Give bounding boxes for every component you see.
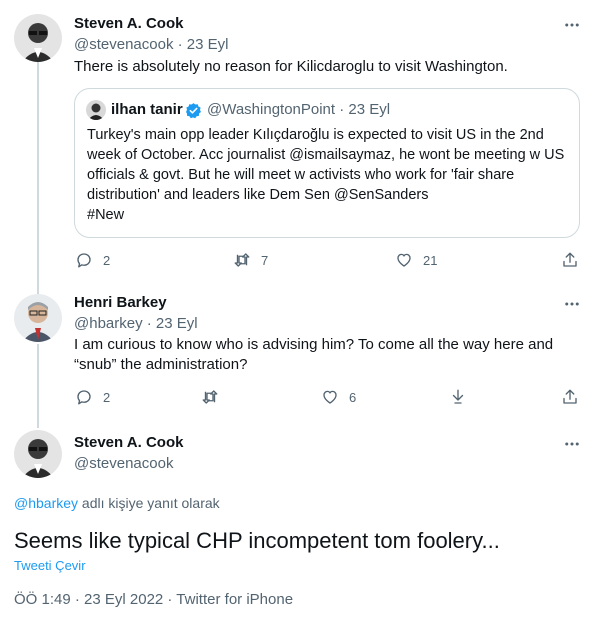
tweet-text: I am curious to know who is advising him…	[74, 336, 554, 373]
author-name[interactable]: Steven A. Cook	[74, 434, 183, 451]
avatar[interactable]	[14, 14, 62, 62]
reply-button[interactable]: 2	[75, 388, 110, 406]
like-count: 21	[423, 252, 438, 268]
retweet-button[interactable]: 7	[233, 251, 268, 269]
avatar[interactable]	[14, 430, 62, 478]
more-options-icon[interactable]	[562, 434, 582, 454]
reply-count: 2	[103, 252, 111, 268]
tweet-timestamp-source[interactable]: ÖÖ 1:49 · 23 Eyl 2022 · Twitter for iPho…	[14, 591, 293, 608]
author-handle[interactable]: @hbarkey · 23 Eyl	[74, 315, 198, 332]
retweet-count: 7	[261, 252, 269, 268]
quoted-tweet-text: Turkey's main opp leader Kılıçdaroğlu is…	[87, 125, 572, 225]
reply-icon	[77, 253, 91, 268]
download-button[interactable]	[449, 388, 477, 406]
verified-badge-icon	[185, 102, 202, 119]
hashtag[interactable]: #New	[87, 207, 124, 223]
author-handle[interactable]: @stevenacook	[74, 455, 173, 472]
heart-icon	[397, 253, 411, 267]
translate-tweet-link[interactable]: Tweeti Çevir	[14, 558, 86, 573]
author-handle[interactable]: @stevenacook · 23 Eyl	[74, 36, 228, 53]
heart-icon	[323, 390, 337, 404]
retweet-icon	[234, 253, 250, 267]
share-icon	[563, 389, 577, 404]
like-button[interactable]: 6	[321, 388, 356, 406]
quoted-text-body: Turkey's main opp leader Kılıçdaroğlu is…	[87, 127, 565, 203]
replying-to: @hbarkey adlı kişiye yanıt olarak	[14, 495, 220, 511]
share-button[interactable]	[561, 388, 589, 406]
reply-icon	[77, 390, 91, 405]
avatar[interactable]	[86, 100, 106, 120]
author-name[interactable]: Henri Barkey	[74, 294, 167, 311]
like-button[interactable]: 21	[395, 251, 437, 269]
share-button[interactable]	[561, 251, 589, 269]
quoted-tweet[interactable]: ilhan tanir @WashingtonPoint · 23 Eyl Tu…	[74, 88, 580, 238]
focused-tweet-text: Seems like typical CHP incompetent tom f…	[14, 528, 500, 553]
thread-line	[37, 62, 39, 294]
more-options-icon[interactable]	[562, 294, 582, 314]
reply-button[interactable]: 2	[75, 251, 110, 269]
tweet-text: There is absolutely no reason for Kilicd…	[74, 58, 508, 75]
thread-line	[37, 344, 39, 428]
download-icon	[452, 389, 464, 404]
retweet-button[interactable]	[201, 388, 229, 406]
more-options-icon[interactable]	[562, 15, 582, 35]
reply-to-suffix: adlı kişiye yanıt olarak	[78, 495, 220, 511]
avatar[interactable]	[14, 294, 62, 342]
share-icon	[563, 252, 577, 267]
like-count: 6	[349, 389, 357, 405]
author-name[interactable]: Steven A. Cook	[74, 15, 183, 32]
retweet-icon	[202, 390, 218, 404]
reply-to-handle-link[interactable]: @hbarkey	[14, 495, 78, 511]
quoted-author-name[interactable]: ilhan tanir	[111, 101, 183, 118]
reply-count: 2	[103, 389, 111, 405]
quoted-author-handle[interactable]: @WashingtonPoint · 23 Eyl	[207, 101, 390, 118]
